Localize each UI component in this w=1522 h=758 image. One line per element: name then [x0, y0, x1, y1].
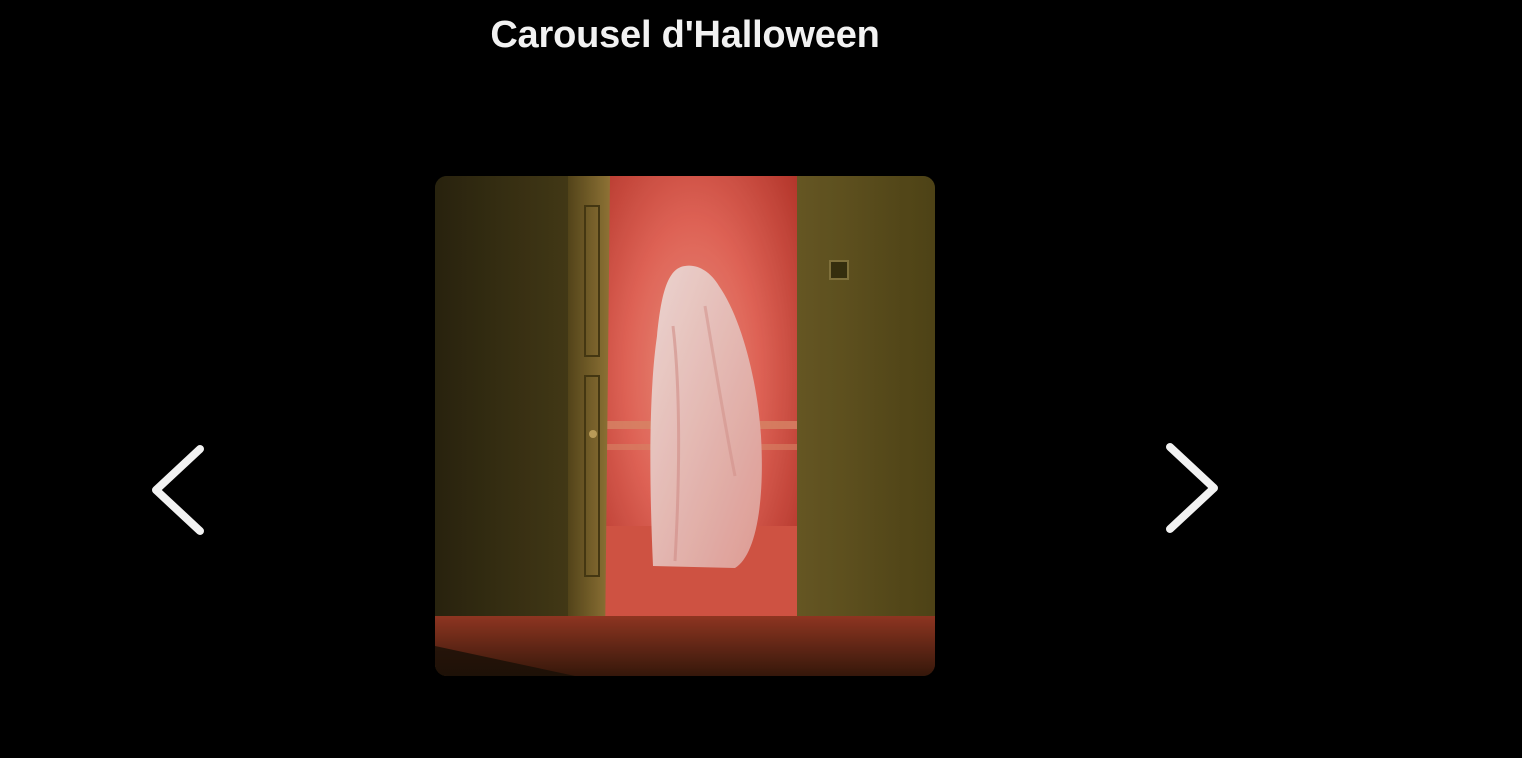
ghost-in-doorway-image — [435, 176, 935, 676]
carousel-page: Carousel d'Halloween — [0, 0, 1522, 758]
carousel-slide-image — [435, 176, 935, 676]
chevron-right-icon — [1152, 433, 1232, 543]
page-title: Carousel d'Halloween — [490, 14, 880, 56]
next-slide-button[interactable] — [1152, 433, 1232, 543]
chevron-left-icon — [138, 435, 218, 545]
prev-slide-button[interactable] — [138, 435, 218, 545]
